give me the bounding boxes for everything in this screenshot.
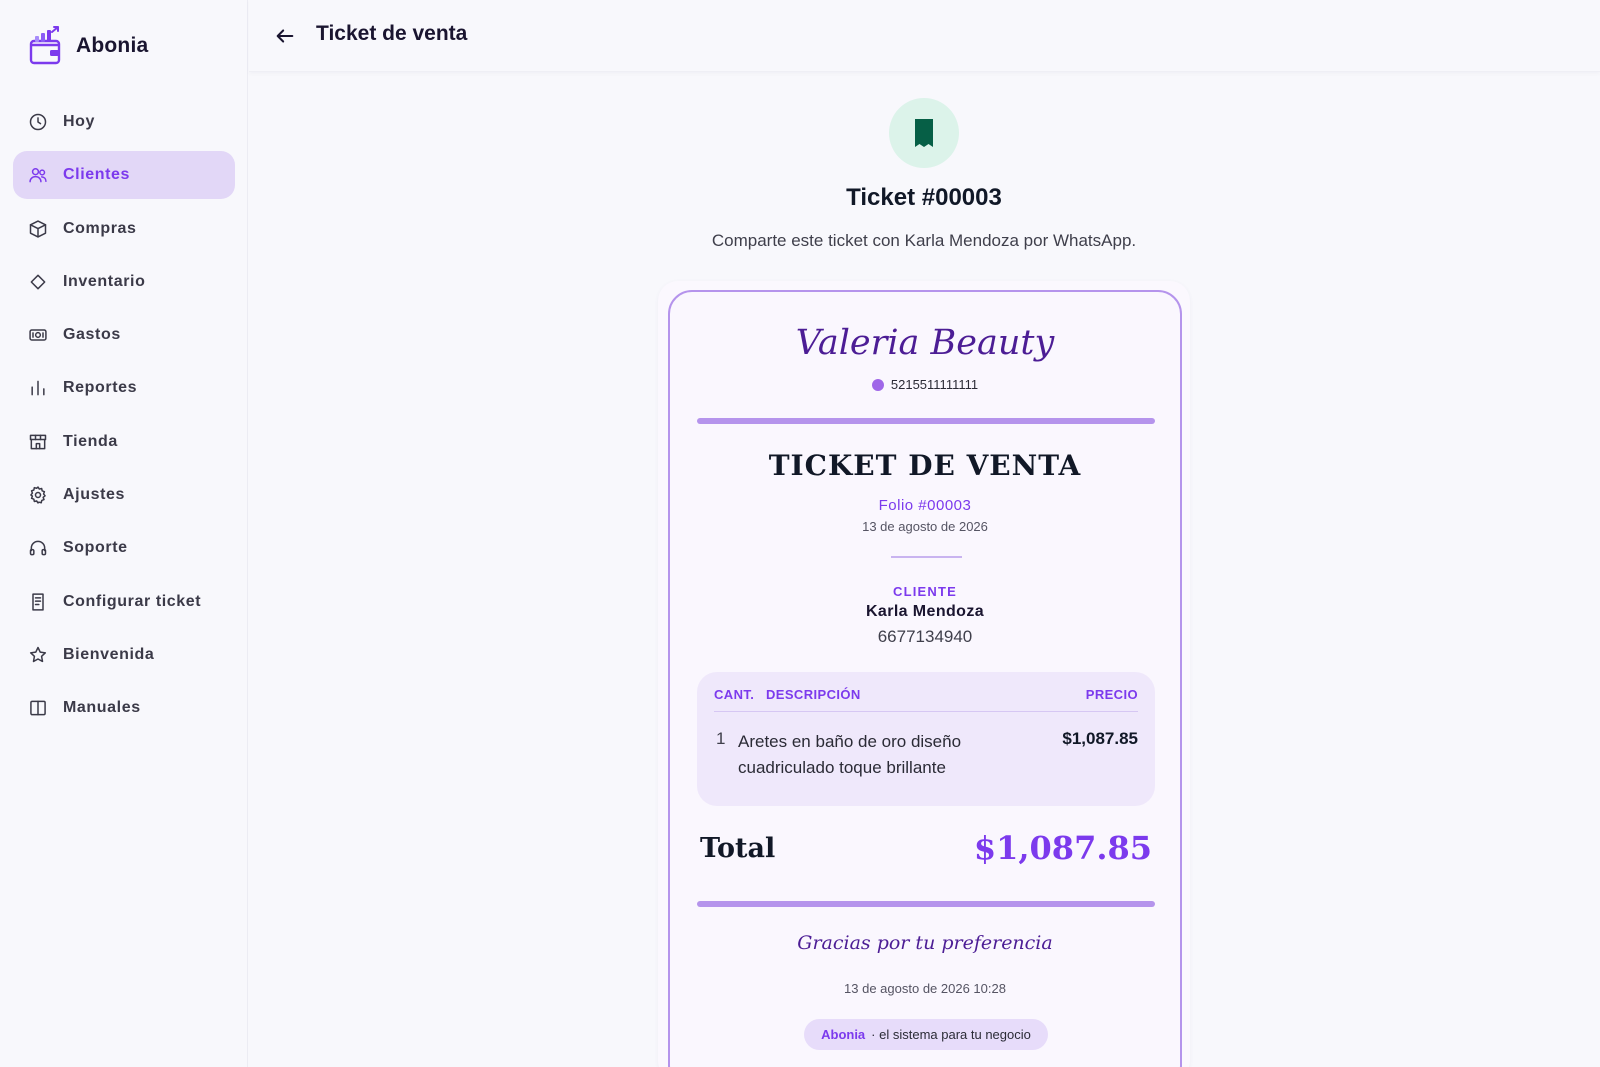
diamond-icon: [28, 272, 48, 292]
bar-chart-icon: [28, 378, 48, 398]
sidebar-item-soporte[interactable]: Soporte: [13, 524, 235, 572]
sidebar-item-label: Ajustes: [63, 486, 125, 504]
whatsapp-icon: [871, 378, 884, 391]
sidebar-item-inventario[interactable]: Inventario: [13, 258, 235, 306]
powered-brand: Abonia: [821, 1027, 866, 1042]
ticket-subtitle: Comparte este ticket con Karla Mendoza p…: [711, 231, 1137, 250]
column-qty: CANT.: [714, 687, 755, 702]
receipt-icon: [28, 592, 48, 612]
sidebar-item-label: Bienvenida: [63, 645, 155, 663]
divider-short: [891, 556, 962, 558]
client-label: CLIENTE: [892, 584, 957, 599]
sidebar-item-label: Compras: [63, 219, 137, 237]
headphones-icon: [28, 538, 48, 558]
item-price: $1,087.85: [1062, 729, 1138, 748]
bookmark-receipt-icon: [915, 119, 933, 147]
sidebar-item-compras[interactable]: Compras: [13, 205, 235, 253]
sidebar: Abonia Hoy Clientes Compras Inventario G…: [0, 0, 248, 1067]
sidebar-item-tienda[interactable]: Tienda: [13, 418, 235, 466]
items-header: CANT. DESCRIPCIÓN PRECIO: [714, 687, 1138, 712]
abonia-logo-icon: [29, 26, 61, 65]
star-icon: [28, 645, 48, 665]
gear-icon: [28, 485, 48, 505]
timestamp: 13 de agosto de 2026 10:28: [844, 981, 1006, 996]
receipt: Valeria Beauty 5215511111111 TICKET DE V…: [668, 290, 1182, 1067]
powered-by-badge: Abonia · el sistema para tu negocio: [804, 1019, 1048, 1050]
item-qty: 1: [716, 729, 726, 748]
client-name: Karla Mendoza: [865, 603, 985, 620]
ticket-badge: [889, 98, 959, 168]
sidebar-item-label: Tienda: [63, 432, 118, 450]
box-icon: [28, 219, 48, 239]
users-icon: [28, 165, 48, 185]
sidebar-item-ajustes[interactable]: Ajustes: [13, 471, 235, 519]
item-description: Aretes en baño de oro diseño cuadriculad…: [738, 732, 962, 777]
back-button[interactable]: [271, 22, 299, 50]
total-value: $1,087.85: [973, 829, 1152, 867]
sale-date: 13 de agosto de 2026: [862, 519, 988, 534]
sidebar-item-label: Soporte: [63, 539, 128, 557]
sidebar-item-label: Gastos: [63, 326, 121, 344]
sidebar-item-label: Configurar ticket: [63, 592, 202, 610]
top-bar: Ticket de venta: [249, 0, 1600, 72]
column-description: DESCRIPCIÓN: [766, 687, 861, 702]
sale-title: TICKET DE VENTA: [768, 449, 1082, 482]
book-icon: [28, 698, 48, 718]
thanks-message: Gracias por tu preferencia: [797, 932, 1053, 954]
sidebar-item-hoy[interactable]: Hoy: [13, 98, 235, 146]
sidebar-nav: Hoy Clientes Compras Inventario Gastos R…: [13, 98, 235, 738]
store-name: Valeria Beauty: [795, 323, 1055, 363]
page-title: Ticket de venta: [316, 22, 468, 45]
folio: Folio #00003: [878, 497, 972, 514]
client-phone: 6677134940: [877, 627, 973, 646]
brand[interactable]: Abonia: [28, 26, 148, 66]
total-label: Total: [700, 833, 776, 864]
sidebar-item-manuales[interactable]: Manuales: [13, 684, 235, 732]
sidebar-item-clientes[interactable]: Clientes: [13, 151, 235, 200]
sidebar-item-label: Inventario: [63, 272, 146, 290]
powered-text: · el sistema para tu negocio: [871, 1027, 1031, 1042]
clock-icon: [28, 112, 48, 132]
sidebar-item-reportes[interactable]: Reportes: [13, 364, 235, 412]
sidebar-item-label: Manuales: [63, 699, 141, 717]
sidebar-item-label: Clientes: [63, 166, 131, 184]
arrow-left-icon: [276, 29, 294, 43]
sidebar-item-configurar-ticket[interactable]: Configurar ticket: [13, 578, 235, 626]
divider-bar-bottom: [697, 901, 1155, 907]
ticket-heading: Ticket #00003: [846, 184, 1002, 211]
app-name: Abonia: [76, 34, 149, 57]
sidebar-item-label: Hoy: [63, 113, 96, 130]
column-price: PRECIO: [1085, 687, 1138, 702]
banknote-icon: [28, 325, 48, 345]
divider-bar-top: [697, 418, 1155, 424]
items-table: CANT. DESCRIPCIÓN PRECIO 1 Aretes en bañ…: [697, 672, 1155, 806]
sidebar-item-label: Reportes: [63, 379, 138, 397]
store-icon: [28, 432, 48, 452]
store-phone: 5215511111111: [670, 377, 1180, 392]
sidebar-item-bienvenida[interactable]: Bienvenida: [13, 631, 235, 679]
sidebar-item-gastos[interactable]: Gastos: [13, 311, 235, 359]
store-phone-number: 5215511111111: [890, 377, 979, 392]
